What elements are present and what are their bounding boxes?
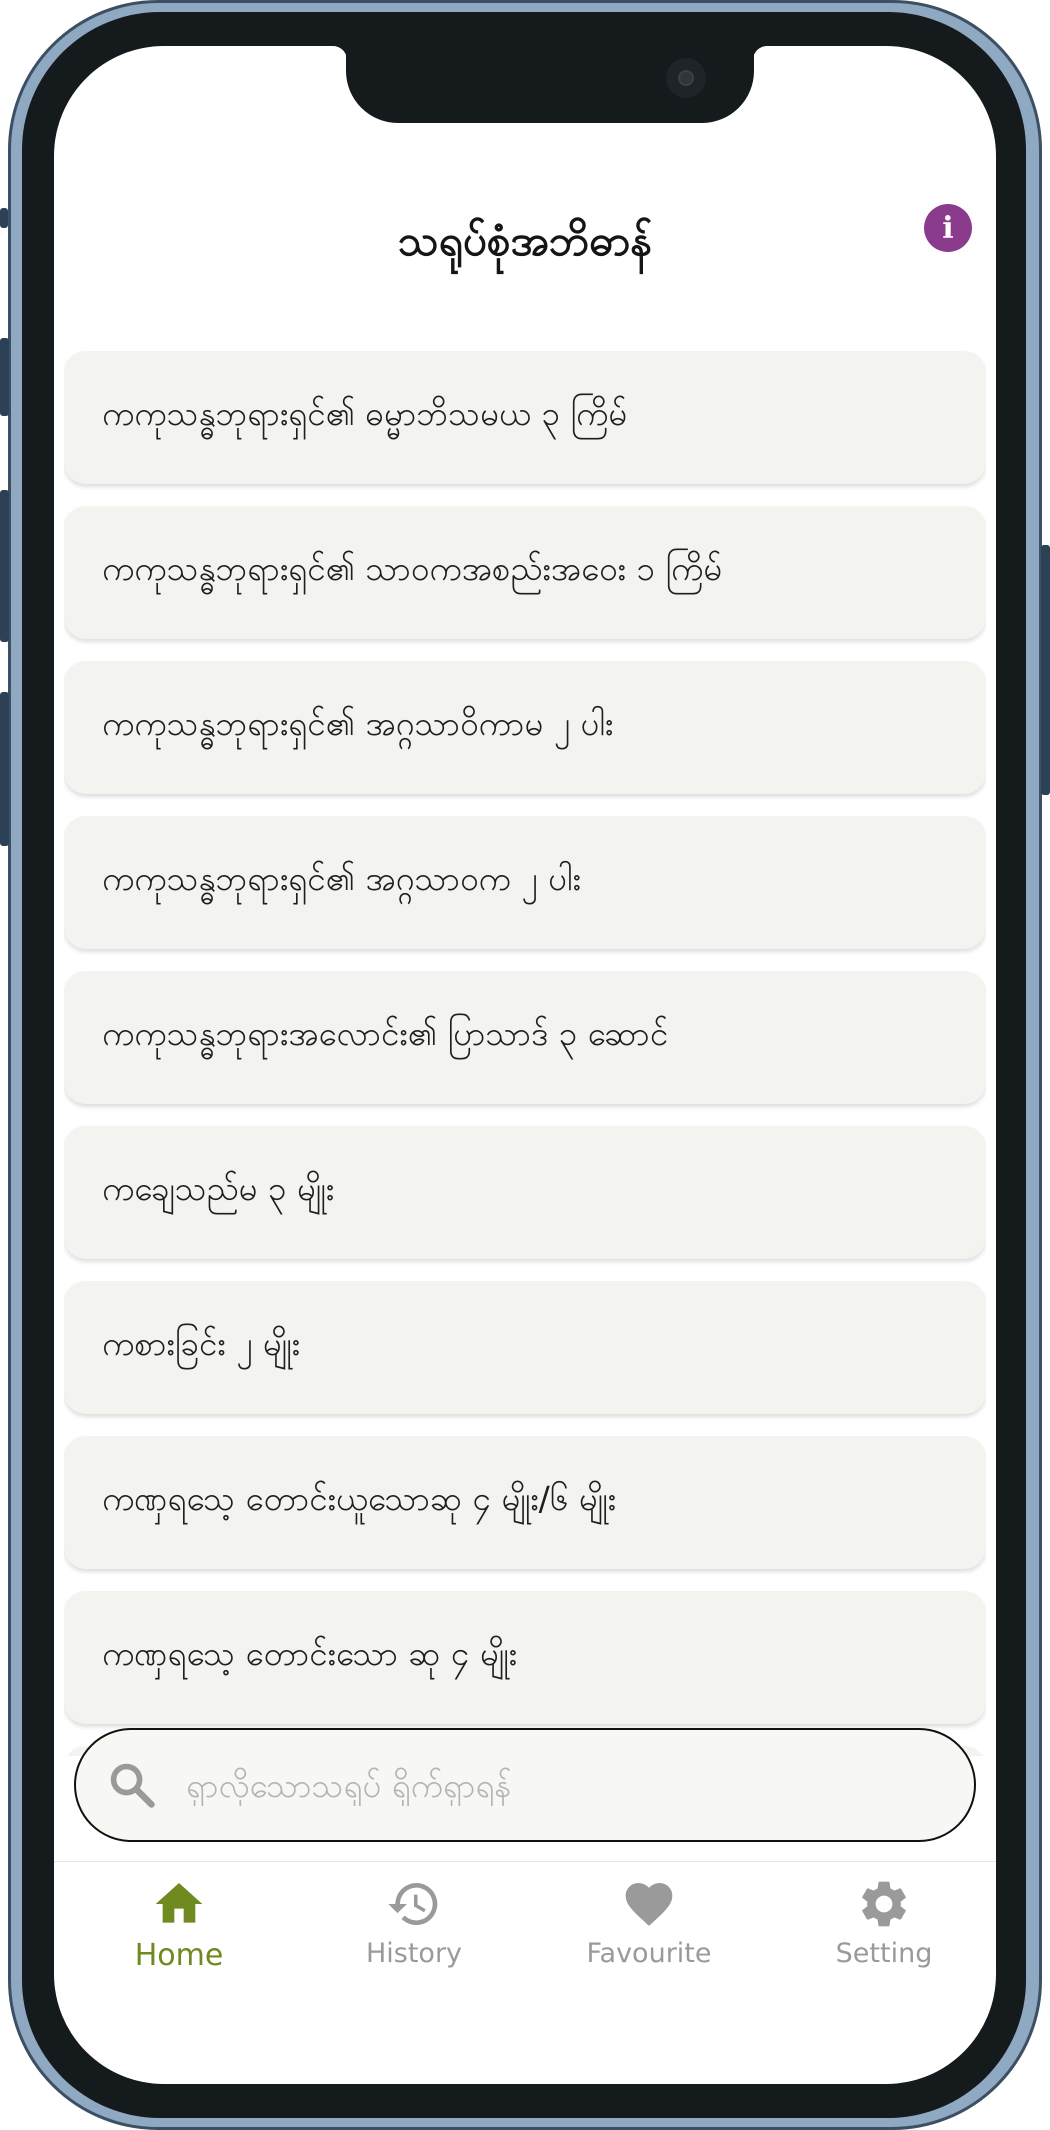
list-item[interactable]: ကကုသန္ဓဘုရားရှင်၏ အဂ္ဂသာဝိကာမ ၂ ပါး: [64, 661, 986, 794]
nav-item-home[interactable]: Home: [79, 1876, 279, 1973]
side-button: [0, 692, 9, 846]
list-item-label: ကကုသန္ဓဘုရားအလောင်း၏ ပြာသာဒ် ၃ ဆောင်: [102, 1014, 669, 1053]
search-input[interactable]: [184, 1764, 948, 1806]
list-item-label: ကဏှရသေ့ တောင်းသော ဆု ၄ မျိုး: [102, 1634, 518, 1673]
camera: [666, 58, 706, 98]
list-item[interactable]: ကကုသန္ဓဘုရားရှင်၏ အဂ္ဂသာဝက ၂ ပါး: [64, 816, 986, 949]
nav-label: Setting: [835, 1938, 933, 1969]
side-button: [0, 338, 9, 416]
nav-item-history[interactable]: History: [314, 1876, 514, 1969]
nav-label: History: [365, 1938, 463, 1969]
history-icon: [388, 1883, 438, 1925]
nav-item-favourite[interactable]: Favourite: [549, 1876, 749, 1969]
notch-corner: [753, 46, 767, 60]
list-item[interactable]: ကဏှရသေ့ တောင်းယူသောဆု ၄ မျိုး/၆ မျိုး: [64, 1436, 986, 1569]
list-item-label: ကကုသန္ဓဘုရားရှင်၏ သာဝကအစည်းအဝေး ၁ ကြိမ်: [102, 549, 723, 588]
list-item-label: ကဏှရသေ့ တောင်းယူသောဆု ၄ မျိုး/၆ မျိုး: [102, 1479, 616, 1518]
list-item[interactable]: ကကုသန္ဓဘုရားရှင်၏ သာဝကအစည်းအဝေး ၁ ကြိမ်: [64, 506, 986, 639]
info-icon[interactable]: i: [924, 204, 972, 252]
list-item-label: ကချေသည်မ ၃ မျိုး: [102, 1169, 335, 1208]
bottom-navigation: Home History Favourite Setting: [54, 1876, 996, 2006]
gear-icon: [862, 1881, 906, 1927]
search-icon: [110, 1763, 155, 1808]
list-item-label: ကကုသန္ဓဘုရားရှင်၏ အဂ္ဂသာဝက ၂ ပါး: [102, 859, 581, 898]
list-item[interactable]: ကစားခြင်း ၂ မျိုး: [64, 1281, 986, 1414]
list-item[interactable]: ကဏှရသေ့ တောင်းသော ဆု ၄ မျိုး: [64, 1591, 986, 1724]
list-item[interactable]: ကချေသည်မ ၃ မျိုး: [64, 1126, 986, 1259]
side-button: [0, 208, 8, 228]
side-button: [1041, 545, 1050, 795]
list-item-label: ကကုသန္ဓဘုရားရှင်၏ အဂ္ဂသာဝိကာမ ၂ ပါး: [102, 704, 614, 743]
heart-icon: [625, 1883, 673, 1926]
app-screen: သရုပ်စုံအဘိဓာန် i ကကုသန္ဓဘုရားရှင်၏ ဓမ္မ…: [54, 46, 996, 2084]
list-item[interactable]: ကကုသန္ဓဘုရားရှင်၏ ဓမ္မာဘိသမယ ၃ ကြိမ်: [64, 351, 986, 484]
list-item-label: ကကုသန္ဓဘုရားရှင်၏ ဓမ္မာဘိသမယ ၃ ကြိမ်: [102, 394, 628, 433]
page-title: သရုပ်စုံအဘိဓာန်: [398, 216, 652, 265]
search-bar[interactable]: [74, 1728, 976, 1842]
divider: [54, 1861, 996, 1862]
list-item-label: ကစားခြင်း ၂ မျိုး: [102, 1324, 300, 1363]
notch-corner: [333, 46, 347, 60]
nav-label: Favourite: [586, 1938, 712, 1969]
entry-list[interactable]: ကကုသန္ဓဘုရားရှင်၏ ဓမ္မာဘိသမယ ၃ ကြိမ် ကကု…: [64, 306, 986, 1756]
notch: [346, 46, 754, 123]
list-item[interactable]: ကကုသန္ဓဘုရားအလောင်း၏ ပြာသာဒ် ၃ ဆောင်: [64, 971, 986, 1104]
home-icon: [155, 1883, 203, 1923]
side-button: [0, 490, 9, 642]
nav-label: Home: [134, 1938, 224, 1973]
nav-item-setting[interactable]: Setting: [784, 1876, 984, 1969]
